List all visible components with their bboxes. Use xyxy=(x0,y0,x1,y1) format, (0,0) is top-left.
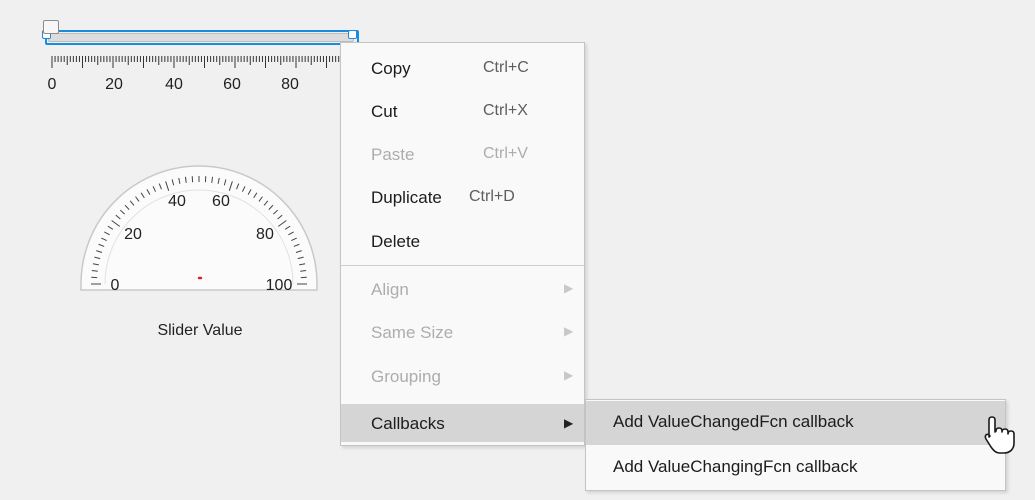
menu-item-shortcut: Ctrl+X xyxy=(483,102,528,119)
caret-right-icon: ▶ xyxy=(564,324,574,338)
slider-tick-label: 60 xyxy=(223,76,241,93)
menu-item-copy[interactable]: Copy Ctrl+C xyxy=(341,51,584,85)
context-menu: Copy Ctrl+C Cut Ctrl+X Paste Ctrl+V Dupl… xyxy=(340,42,585,446)
menu-item-label: Align xyxy=(371,280,409,299)
menu-item-label: Copy xyxy=(371,59,411,78)
menu-item-label: Same Size xyxy=(371,323,454,342)
slider-thumb[interactable] xyxy=(43,20,59,34)
design-canvas[interactable]: 0 20 40 60 80 1 0 20 40 60 80 100 Slider… xyxy=(0,0,1035,500)
menu-item-shortcut: Ctrl+V xyxy=(483,145,528,162)
menu-item-shortcut: Ctrl+C xyxy=(483,59,529,76)
selection-outline xyxy=(45,30,359,45)
menu-item-duplicate[interactable]: Duplicate Ctrl+D xyxy=(341,180,584,214)
menu-item-callbacks[interactable]: Callbacks ▶ xyxy=(341,404,584,442)
slider-tick-label: 0 xyxy=(47,76,57,93)
slider-ticks xyxy=(51,56,346,68)
menu-item-label: Delete xyxy=(371,232,421,251)
menu-item-label: Cut xyxy=(371,102,398,121)
menu-item-add-valuechangingfcn[interactable]: Add ValueChangingFcn callback xyxy=(586,446,1005,490)
menu-item-label: Callbacks xyxy=(371,414,445,433)
gauge-tick-label: 100 xyxy=(265,277,293,294)
menu-item-paste: Paste Ctrl+V xyxy=(341,137,584,171)
menu-item-same-size: Same Size ▶ xyxy=(341,315,584,349)
slider-tick-label: 20 xyxy=(105,76,123,93)
menu-item-delete[interactable]: Delete xyxy=(341,224,584,258)
gauge-caption-label[interactable]: Slider Value xyxy=(148,322,252,340)
caret-right-icon: ▶ xyxy=(564,368,574,382)
gauge-face xyxy=(80,165,318,291)
menu-item-label: Add ValueChangedFcn callback xyxy=(613,412,854,431)
callbacks-submenu: Add ValueChangedFcn callback Add ValueCh… xyxy=(585,399,1006,491)
menu-item-label: Add ValueChangingFcn callback xyxy=(613,457,858,476)
menu-item-cut[interactable]: Cut Ctrl+X xyxy=(341,94,584,128)
gauge-dial xyxy=(80,165,318,291)
gauge-tick-label: 80 xyxy=(256,225,274,243)
menu-item-label: Paste xyxy=(371,145,415,164)
slider-tick-label: 80 xyxy=(281,76,299,93)
menu-item-label: Duplicate xyxy=(371,188,442,207)
menu-item-grouping: Grouping ▶ xyxy=(341,359,584,393)
gauge-tick-label: 20 xyxy=(124,225,142,243)
menu-item-shortcut: Ctrl+D xyxy=(469,188,515,205)
gauge-tick-label: 0 xyxy=(110,277,120,294)
menu-item-label: Grouping xyxy=(371,367,441,386)
hand-pointer-icon xyxy=(984,416,1015,454)
caret-right-icon: ▶ xyxy=(564,281,574,295)
resize-handle-right[interactable] xyxy=(348,30,357,39)
slider-component[interactable]: 0 20 40 60 80 1 xyxy=(40,20,370,104)
menu-item-align: Align ▶ xyxy=(341,272,584,306)
menu-item-add-valuechangedfcn[interactable]: Add ValueChangedFcn callback xyxy=(586,401,1005,445)
menu-separator xyxy=(341,265,584,266)
caret-right-icon: ▶ xyxy=(564,416,574,430)
gauge-tick-label: 60 xyxy=(212,193,230,211)
gauge-component[interactable]: 0 20 40 60 80 100 xyxy=(78,162,320,294)
slider-tick-label: 40 xyxy=(165,76,183,93)
gauge-tick-label: 40 xyxy=(168,193,186,211)
